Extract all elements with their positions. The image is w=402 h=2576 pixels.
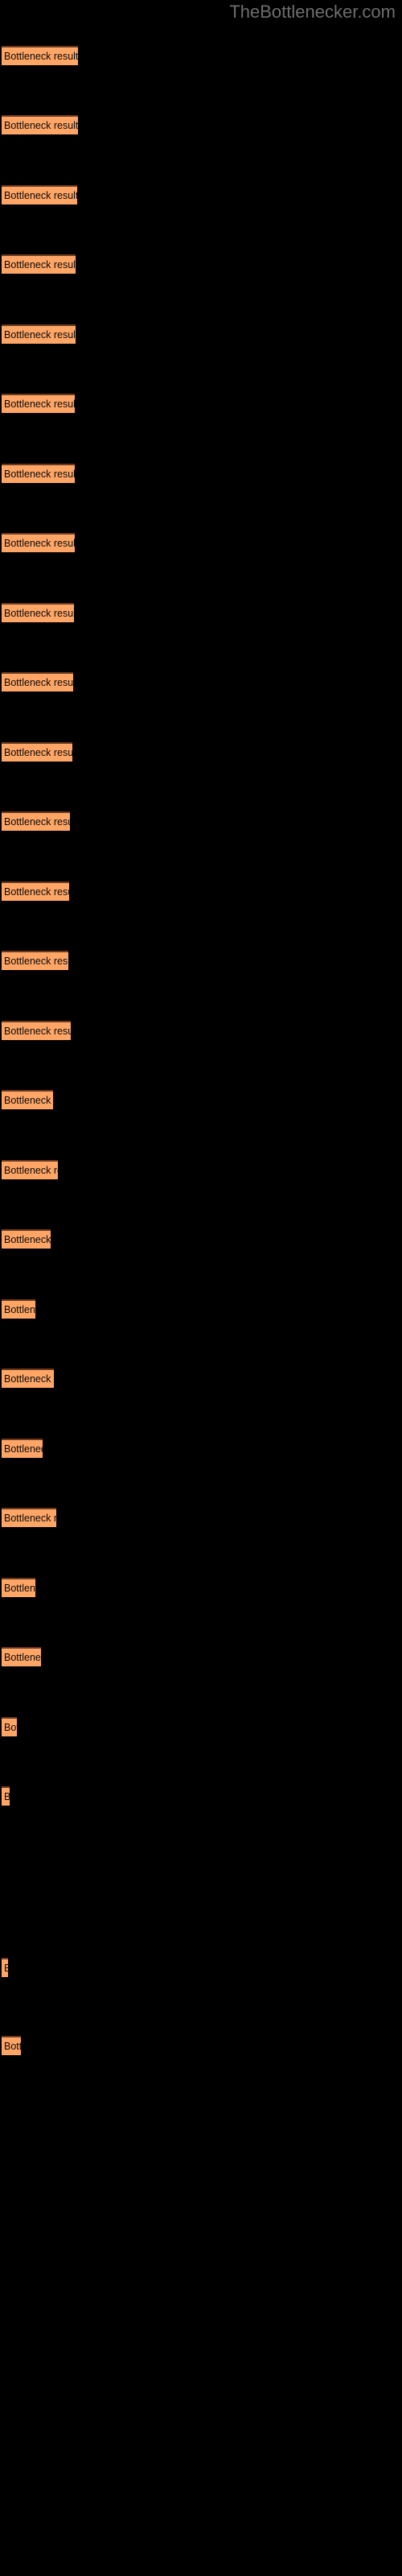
bar-label: Bottleneck result [4, 329, 76, 341]
bar-label: Bottleneck result [4, 1791, 10, 1802]
bar-bottleneck-result[interactable]: Bottleneck result [2, 811, 70, 831]
bar-bottleneck-result[interactable]: Bottleneck result [2, 2036, 21, 2055]
bar-label: Bottleneck result [4, 1652, 41, 1663]
bar-label: Bottleneck result [4, 677, 73, 688]
bar-bottleneck-result[interactable]: Bottleneck result [2, 1368, 54, 1388]
bar-label: Bottleneck result [4, 1513, 56, 1524]
bar-label: Bottleneck result [4, 2041, 21, 2052]
bar-label: Bottleneck result [4, 1026, 71, 1037]
bar-bottleneck-result[interactable]: Bottleneck result [2, 1786, 10, 1806]
bar-label: Bottleneck result [4, 1722, 17, 1733]
bar-label: Bottleneck result [4, 1165, 58, 1176]
bar-label: Bottleneck result [4, 1234, 51, 1245]
bar-label: Bottleneck result [4, 1963, 8, 1974]
bar-series: Bottleneck result Bottleneck result Bottle… [0, 0, 402, 2576]
bar-label: Bottleneck result [4, 538, 75, 549]
bar-bottleneck-result[interactable]: Bottleneck result [2, 742, 72, 762]
bar-label: Bottleneck result [4, 816, 70, 828]
bar-bottleneck-result[interactable]: Bottleneck result [2, 464, 75, 483]
bar-bottleneck-result[interactable]: Bottleneck result [2, 951, 68, 970]
bar-bottleneck-result[interactable]: Bottleneck result [2, 1160, 58, 1179]
bar-label: Bottleneck result [4, 956, 68, 967]
bar-label: Bottleneck result [4, 886, 69, 898]
bar-label: Bottleneck result [4, 259, 76, 270]
bar-bottleneck-result[interactable]: Bottleneck result [2, 1958, 8, 1977]
bar-label: Bottleneck result [4, 190, 77, 201]
bar-bottleneck-result[interactable]: Bottleneck result [2, 394, 75, 413]
bar-bottleneck-result[interactable]: Bottleneck result [2, 1717, 17, 1736]
bar-label: Bottleneck result [4, 1583, 35, 1594]
bar-label: Bottleneck result [4, 469, 75, 480]
bar-bottleneck-result[interactable]: Bottleneck result [2, 115, 78, 134]
bar-label: Bottleneck result [4, 120, 78, 131]
bar-bottleneck-result[interactable]: Bottleneck result [2, 1439, 43, 1458]
bar-bottleneck-result[interactable]: Bottleneck result [2, 881, 69, 901]
bar-bottleneck-result[interactable]: Bottleneck result [2, 254, 76, 274]
bar-label: Bottleneck result [4, 1373, 54, 1385]
bar-label: Bottleneck result [4, 1443, 43, 1455]
bar-bottleneck-result[interactable]: Bottleneck result [2, 1647, 41, 1666]
bar-bottleneck-result[interactable]: Bottleneck result [2, 672, 73, 691]
bar-label: Bottleneck result [4, 747, 72, 758]
bar-label: Bottleneck result [4, 1304, 35, 1315]
bar-bottleneck-result[interactable]: Bottleneck result [2, 1090, 53, 1109]
bar-label: Bottleneck result [4, 1095, 53, 1106]
bar-bottleneck-result[interactable]: Bottleneck result [2, 1021, 71, 1040]
bar-label: Bottleneck result [4, 398, 75, 410]
bar-bottleneck-result[interactable]: Bottleneck result [2, 1229, 51, 1249]
bar-label: Bottleneck result [4, 608, 74, 619]
bar-bottleneck-result[interactable]: Bottleneck result [2, 1299, 35, 1319]
bar-bottleneck-result[interactable]: Bottleneck result [2, 185, 77, 204]
bar-bottleneck-result[interactable]: Bottleneck result [2, 1578, 35, 1597]
bar-bottleneck-result[interactable]: Bottleneck result [2, 533, 75, 552]
bar-bottleneck-result[interactable]: Bottleneck result [2, 1508, 56, 1527]
bar-bottleneck-result[interactable]: Bottleneck result [2, 603, 74, 622]
bar-bottleneck-result[interactable]: Bottleneck result [2, 324, 76, 344]
bar-label: Bottleneck result [4, 51, 78, 62]
bar-bottleneck-result[interactable]: Bottleneck result [2, 46, 78, 65]
bottleneck-chart: TheBottlenecker.com Bottleneck result Bot… [0, 0, 402, 2576]
